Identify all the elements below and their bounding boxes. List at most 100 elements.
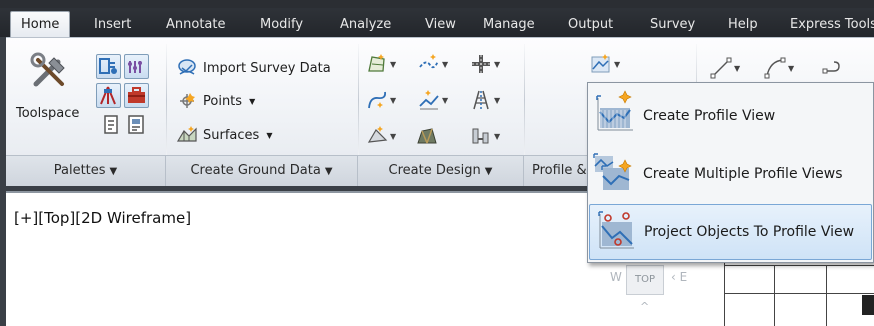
menu-item-label: Project Objects To Profile View <box>644 224 855 240</box>
chevron-down-icon: ▼ <box>484 166 493 177</box>
feature-line-icon <box>419 54 439 69</box>
points-button[interactable]: Points ▼ <box>176 89 255 113</box>
viewcube-west-label: W <box>610 270 622 284</box>
ribbon-tab-bar: Home Insert Annotate Modify Analyze View… <box>0 0 874 38</box>
panel-create-design[interactable]: Create Design ▼ <box>358 156 524 186</box>
chevron-down-icon: ▼ <box>442 59 449 69</box>
tab-manage[interactable]: Manage <box>483 12 535 37</box>
chevron-down-icon: ▼ <box>494 95 501 105</box>
chevron-down-icon: ▼ <box>109 166 118 177</box>
chevron-down-icon: ▼ <box>614 59 621 69</box>
tab-annotate[interactable]: Annotate <box>166 12 225 37</box>
drawing-line <box>724 265 874 266</box>
parcel-tools-dropdown[interactable]: ▼ <box>366 52 396 76</box>
toolspace-icon <box>30 52 65 87</box>
viewport-controls[interactable]: [+][Top][2D Wireframe] <box>14 209 191 227</box>
alignment-dropdown[interactable]: ▼ <box>366 88 396 112</box>
drawing-line <box>724 293 874 294</box>
import-survey-icon <box>178 59 196 75</box>
chevron-down-icon: ▼ <box>442 95 449 105</box>
polyline-dropdown[interactable]: ▼ <box>764 56 794 80</box>
profile-view-dropdown[interactable]: ▼ <box>590 52 620 76</box>
chevron-down-icon: ▼ <box>324 166 333 177</box>
chevron-down-icon: ▼ <box>494 59 501 69</box>
profile-view-menu: Create Profile View Create Multiple Prof… <box>587 82 874 263</box>
panel-separator <box>166 44 167 156</box>
transparent-command-button[interactable] <box>822 56 844 80</box>
survey-palette-icon <box>100 86 116 105</box>
tab-modify[interactable]: Modify <box>260 12 303 37</box>
profile-icon <box>419 90 439 110</box>
surfaces-button[interactable]: Surfaces ▼ <box>176 123 272 147</box>
points-dropdown-arrow: ▼ <box>249 96 256 106</box>
tab-express-tools[interactable]: Express Tools <box>790 12 874 37</box>
viewcube-south-arrow-icon[interactable]: ^ <box>640 300 649 313</box>
viewcube-top-face[interactable]: TOP <box>626 265 664 295</box>
palette-toggle-survey[interactable] <box>96 83 121 108</box>
tab-analyze[interactable]: Analyze <box>340 12 391 37</box>
intersection-dropdown[interactable]: ▼ <box>470 52 500 76</box>
menu-item-label: Create Profile View <box>643 108 776 124</box>
alignment-icon <box>368 91 387 109</box>
surfaces-dropdown-arrow: ▼ <box>266 130 273 140</box>
line-dropdown[interactable]: ▼ <box>710 56 740 80</box>
viewcube-east[interactable]: ‹ E <box>671 270 687 284</box>
assembly-button[interactable] <box>416 124 438 148</box>
tab-insert[interactable]: Insert <box>94 12 131 37</box>
assembly-icon <box>417 128 437 144</box>
chevron-down-icon: ▼ <box>788 63 795 73</box>
chevron-down-icon: ▼ <box>390 95 397 105</box>
palette-toggle-toolbox[interactable] <box>124 83 149 108</box>
properties-icon <box>104 115 118 134</box>
drawing-line <box>826 265 827 326</box>
menu-item-label: Create Multiple Profile Views <box>643 166 843 182</box>
tab-survey[interactable]: Survey <box>650 12 695 37</box>
panel-create-ground-data[interactable]: Create Ground Data ▼ <box>166 156 358 186</box>
panel-palettes-label: Palettes <box>53 163 106 178</box>
surfaces-label: Surfaces <box>203 127 260 143</box>
tab-help[interactable]: Help <box>728 12 758 37</box>
panel-separator <box>524 44 525 156</box>
menu-item-create-profile-view[interactable]: Create Profile View <box>589 88 872 144</box>
prospector-icon <box>99 58 117 74</box>
menu-item-create-multiple-profile-views[interactable]: Create Multiple Profile Views <box>589 146 872 202</box>
corridor-icon <box>473 90 489 110</box>
points-icon <box>180 93 195 108</box>
title-strip <box>0 0 874 8</box>
pipe-network-dropdown[interactable]: ▼ <box>470 124 500 148</box>
tab-view[interactable]: View <box>425 12 456 37</box>
palette-toggle-settings[interactable] <box>124 54 149 79</box>
import-survey-label: Import Survey Data <box>203 60 331 76</box>
panel-palettes[interactable]: Palettes ▼ <box>6 156 166 186</box>
line-icon <box>710 57 732 79</box>
profile-dropdown[interactable]: ▼ <box>418 88 448 112</box>
import-survey-data-button[interactable]: Import Survey Data <box>176 56 331 80</box>
pipe-network-icon <box>472 128 489 144</box>
surfaces-icon <box>176 126 197 142</box>
chevron-down-icon: ▼ <box>390 59 397 69</box>
grading-dropdown[interactable]: ▼ <box>366 124 396 148</box>
toolspace-button[interactable]: Toolspace <box>10 48 90 148</box>
palette-toggle-prospector[interactable] <box>96 54 121 79</box>
settings-palette-icon <box>128 61 142 73</box>
polyline-icon <box>764 57 786 79</box>
palette-toggle-properties[interactable] <box>99 112 124 137</box>
tool-palettes-icon <box>128 115 144 134</box>
panel-create-design-label: Create Design <box>388 163 481 178</box>
tab-home[interactable]: Home <box>10 11 71 38</box>
profile-view-icon <box>591 54 610 73</box>
menu-item-project-objects-to-profile-view[interactable]: Project Objects To Profile View <box>589 204 872 260</box>
create-multiple-profile-views-icon <box>589 146 643 202</box>
chevron-down-icon: ▼ <box>734 63 741 73</box>
tab-output[interactable]: Output <box>568 12 613 37</box>
chevron-down-icon: ▼ <box>494 131 501 141</box>
grading-icon <box>367 126 388 143</box>
palette-toggle-tool-palettes[interactable] <box>124 112 149 137</box>
transparent-command-icon <box>822 61 840 74</box>
viewcube-east-label: E <box>679 270 688 284</box>
panel-create-ground-data-label: Create Ground Data <box>190 163 321 178</box>
corridor-dropdown[interactable]: ▼ <box>470 88 500 112</box>
drawing-block <box>862 295 874 315</box>
panel-separator <box>358 44 359 156</box>
feature-line-dropdown[interactable]: ▼ <box>418 52 448 76</box>
